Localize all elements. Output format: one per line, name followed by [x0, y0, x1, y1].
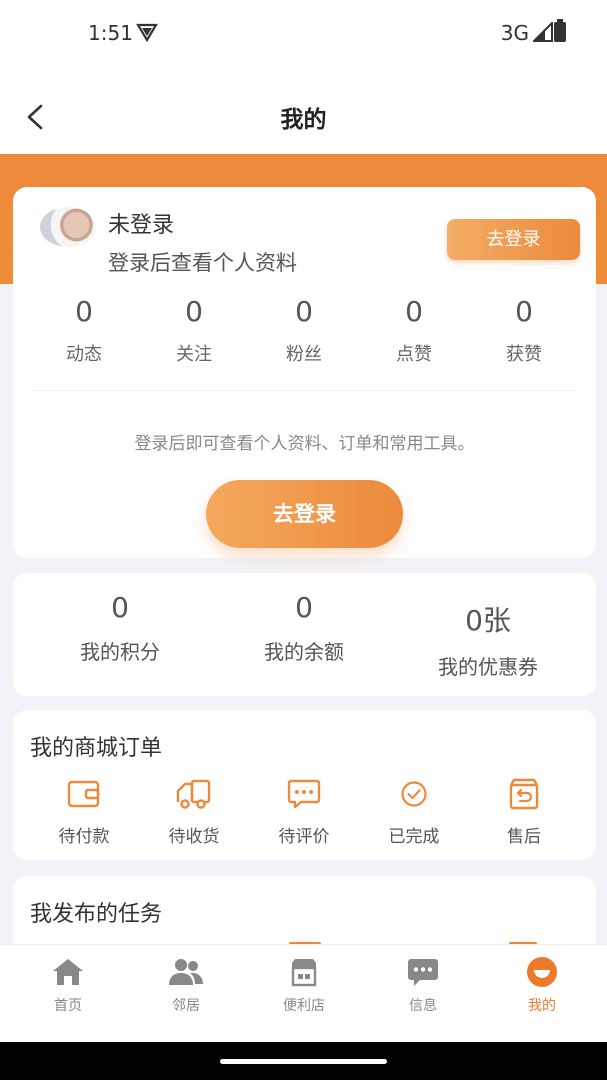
signal-icon: [531, 20, 555, 46]
battery-icon: [554, 19, 566, 42]
order-label: 待收货: [168, 827, 220, 847]
bottom-tab-bar: 首页 邻居 便利店 信息 我的: [0, 944, 607, 1042]
tab-label: 便利店: [283, 998, 325, 1014]
stat-label: 关注: [176, 344, 212, 365]
stat-label: 动态: [66, 344, 102, 365]
wallet-value: 0张: [465, 604, 511, 637]
wallet-points[interactable]: 0 我的积分: [30, 591, 210, 665]
tab-label: 首页: [54, 998, 82, 1014]
tab-store[interactable]: 便利店: [259, 955, 349, 1015]
home-indicator[interactable]: [220, 1059, 387, 1064]
check-circle-icon: [364, 774, 464, 814]
stat-value: 0: [515, 295, 533, 328]
order-completed[interactable]: 已完成: [364, 774, 464, 847]
message-icon: [378, 955, 468, 989]
comment-icon: [254, 774, 354, 814]
avatar[interactable]: [40, 207, 96, 247]
stat-value: 0: [405, 295, 423, 328]
mall-orders-card: 我的商城订单 待付款 待收货 待评价 已完成 售后: [13, 710, 596, 860]
order-pending-payment[interactable]: 待付款: [34, 774, 134, 847]
stat-likes[interactable]: 0 点赞: [359, 295, 469, 366]
nav-bar: 我的: [0, 66, 607, 154]
order-label: 待付款: [58, 827, 110, 847]
status-time: 1:51: [88, 21, 133, 45]
login-button[interactable]: 去登录: [206, 480, 403, 548]
vpn-icon: [136, 22, 158, 46]
stat-value: 0: [185, 295, 203, 328]
login-hint: 登录后即可查看个人资料、订单和常用工具。: [134, 434, 475, 454]
wallet-value: 0: [111, 591, 129, 624]
tab-me[interactable]: 我的: [497, 955, 587, 1015]
wallet-balance[interactable]: 0 我的余额: [214, 591, 394, 665]
profile-card: 未登录 登录后查看个人资料 去登录 0 动态 0 关注 0 粉丝 0 点赞 0 …: [13, 187, 596, 558]
wallet-coupons[interactable]: 0张 我的优惠券: [398, 599, 578, 680]
wallet-icon: [34, 774, 134, 814]
wallet-card: 0 我的积分 0 我的余额 0张 我的优惠券: [13, 573, 596, 696]
people-icon: [141, 955, 231, 989]
user-subtitle: 登录后查看个人资料: [108, 251, 297, 275]
order-label: 已完成: [388, 827, 440, 847]
tab-label: 信息: [409, 998, 437, 1014]
home-icon: [23, 955, 113, 989]
divider: [32, 390, 577, 391]
wallet-label: 我的积分: [80, 640, 160, 664]
stat-value: 0: [75, 295, 93, 328]
stat-label: 粉丝: [286, 344, 322, 365]
tab-home[interactable]: 首页: [23, 955, 113, 1015]
social-stats: 0 动态 0 关注 0 粉丝 0 点赞 0 获赞: [13, 295, 596, 365]
wallet-value: 0: [295, 591, 313, 624]
wallet-label: 我的余额: [264, 640, 344, 664]
wallet-label: 我的优惠券: [438, 655, 538, 679]
order-pending-review[interactable]: 待评价: [254, 774, 354, 847]
gesture-bar: [0, 1042, 607, 1080]
login-button-small[interactable]: 去登录: [447, 219, 580, 260]
order-after-sales[interactable]: 售后: [474, 774, 574, 847]
stat-moments[interactable]: 0 动态: [29, 295, 139, 366]
stat-label: 点赞: [396, 344, 432, 365]
status-bar: 1:51 3G: [0, 0, 607, 66]
tab-label: 我的: [528, 998, 556, 1014]
user-name: 未登录: [108, 213, 175, 238]
truck-icon: [144, 774, 244, 814]
me-icon: [497, 955, 587, 989]
store-icon: [259, 955, 349, 989]
order-pending-receipt[interactable]: 待收货: [144, 774, 244, 847]
section-title: 我发布的任务: [30, 902, 163, 927]
section-title: 我的商城订单: [30, 736, 163, 761]
stat-liked[interactable]: 0 获赞: [469, 295, 579, 366]
stat-label: 获赞: [506, 344, 542, 365]
network-type: 3G: [500, 21, 529, 45]
tab-neighbors[interactable]: 邻居: [141, 955, 231, 1015]
stat-value: 0: [295, 295, 313, 328]
order-label: 待评价: [278, 827, 330, 847]
return-icon: [474, 774, 574, 814]
order-label: 售后: [507, 827, 541, 847]
stat-followers[interactable]: 0 粉丝: [249, 295, 359, 366]
page-title: 我的: [280, 107, 327, 133]
tab-label: 邻居: [172, 998, 200, 1014]
tab-messages[interactable]: 信息: [378, 955, 468, 1015]
stat-following[interactable]: 0 关注: [139, 295, 249, 366]
